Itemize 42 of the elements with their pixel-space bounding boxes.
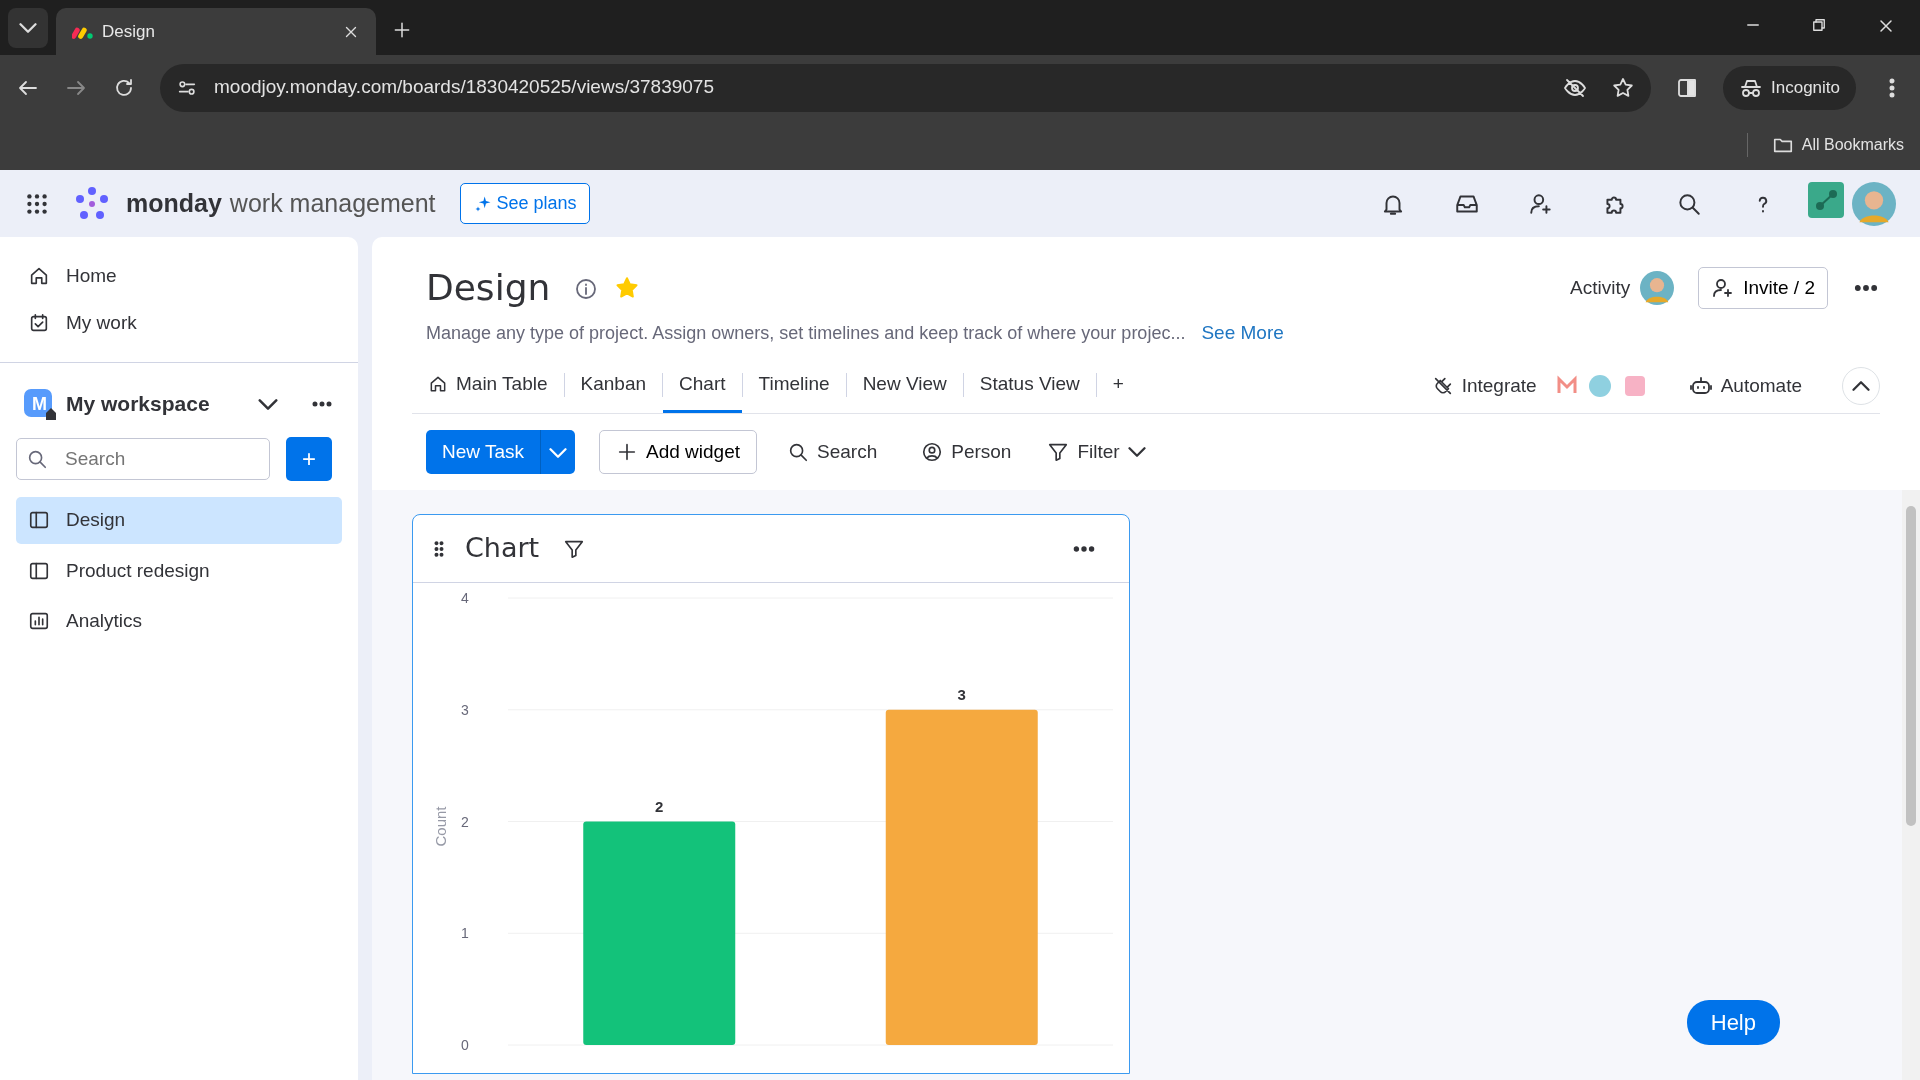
activity-link[interactable]: Activity: [1570, 273, 1631, 303]
view-tab[interactable]: Status View: [963, 363, 1096, 413]
brand-name: monday: [126, 187, 222, 219]
search-field[interactable]: Search: [16, 438, 270, 480]
data-label: 3: [957, 685, 966, 703]
see-plans-button[interactable]: See plans: [459, 183, 590, 224]
add-view-button[interactable]: +: [1096, 363, 1140, 413]
filter-button[interactable]: Filter: [1041, 436, 1152, 468]
sidebar-item[interactable]: Analytics: [16, 598, 342, 645]
integrate-button[interactable]: Integrate: [1461, 371, 1537, 401]
axis-tick-label: 3: [461, 701, 469, 718]
sidebar-item[interactable]: Home: [16, 253, 342, 300]
sidebar-item[interactable]: My work: [16, 299, 342, 346]
data-label: 2: [655, 797, 664, 815]
board-title: Design: [426, 266, 551, 310]
add-widget-button[interactable]: Add widget: [599, 430, 758, 474]
widget-title: Chart: [465, 531, 540, 566]
person-filter-button[interactable]: Person: [915, 436, 1018, 468]
view-tab[interactable]: Main Table: [412, 363, 564, 413]
view-tab[interactable]: Chart: [663, 363, 742, 413]
workspace-name[interactable]: My workspace: [66, 388, 210, 420]
address-bar[interactable]: moodjoy.monday.com/boards/1830420525/views/37839075: [214, 73, 714, 102]
board-description: Manage any type of project. Assign owners, set timelines and keep track of where your projec...: [426, 321, 1186, 345]
sidebar-item[interactable]: Design: [16, 497, 342, 544]
product-name: work management: [229, 187, 436, 219]
axis-title: Count: [432, 806, 449, 847]
see-more-link[interactable]: See More: [1201, 319, 1284, 348]
view-tab[interactable]: New View: [846, 363, 963, 413]
axis-tick-label: 2: [461, 813, 469, 830]
axis-tick-label: 1: [461, 925, 469, 942]
search-button[interactable]: Search: [781, 436, 884, 468]
sidebar-item[interactable]: Product redesign: [16, 547, 342, 594]
view-tab[interactable]: Timeline: [742, 363, 846, 413]
workspace-initial: M: [32, 392, 47, 416]
axis-tick-label: 0: [461, 1037, 469, 1053]
tab-title[interactable]: Design: [102, 18, 155, 45]
add-button[interactable]: +: [286, 437, 332, 481]
invite-button[interactable]: Invite / 2: [1698, 266, 1828, 310]
axis-tick-label: 4: [461, 590, 469, 606]
view-tab[interactable]: Kanban: [564, 363, 663, 413]
automate-button[interactable]: Automate: [1720, 371, 1802, 401]
bookmarks-folder[interactable]: All Bookmarks: [1801, 133, 1904, 157]
